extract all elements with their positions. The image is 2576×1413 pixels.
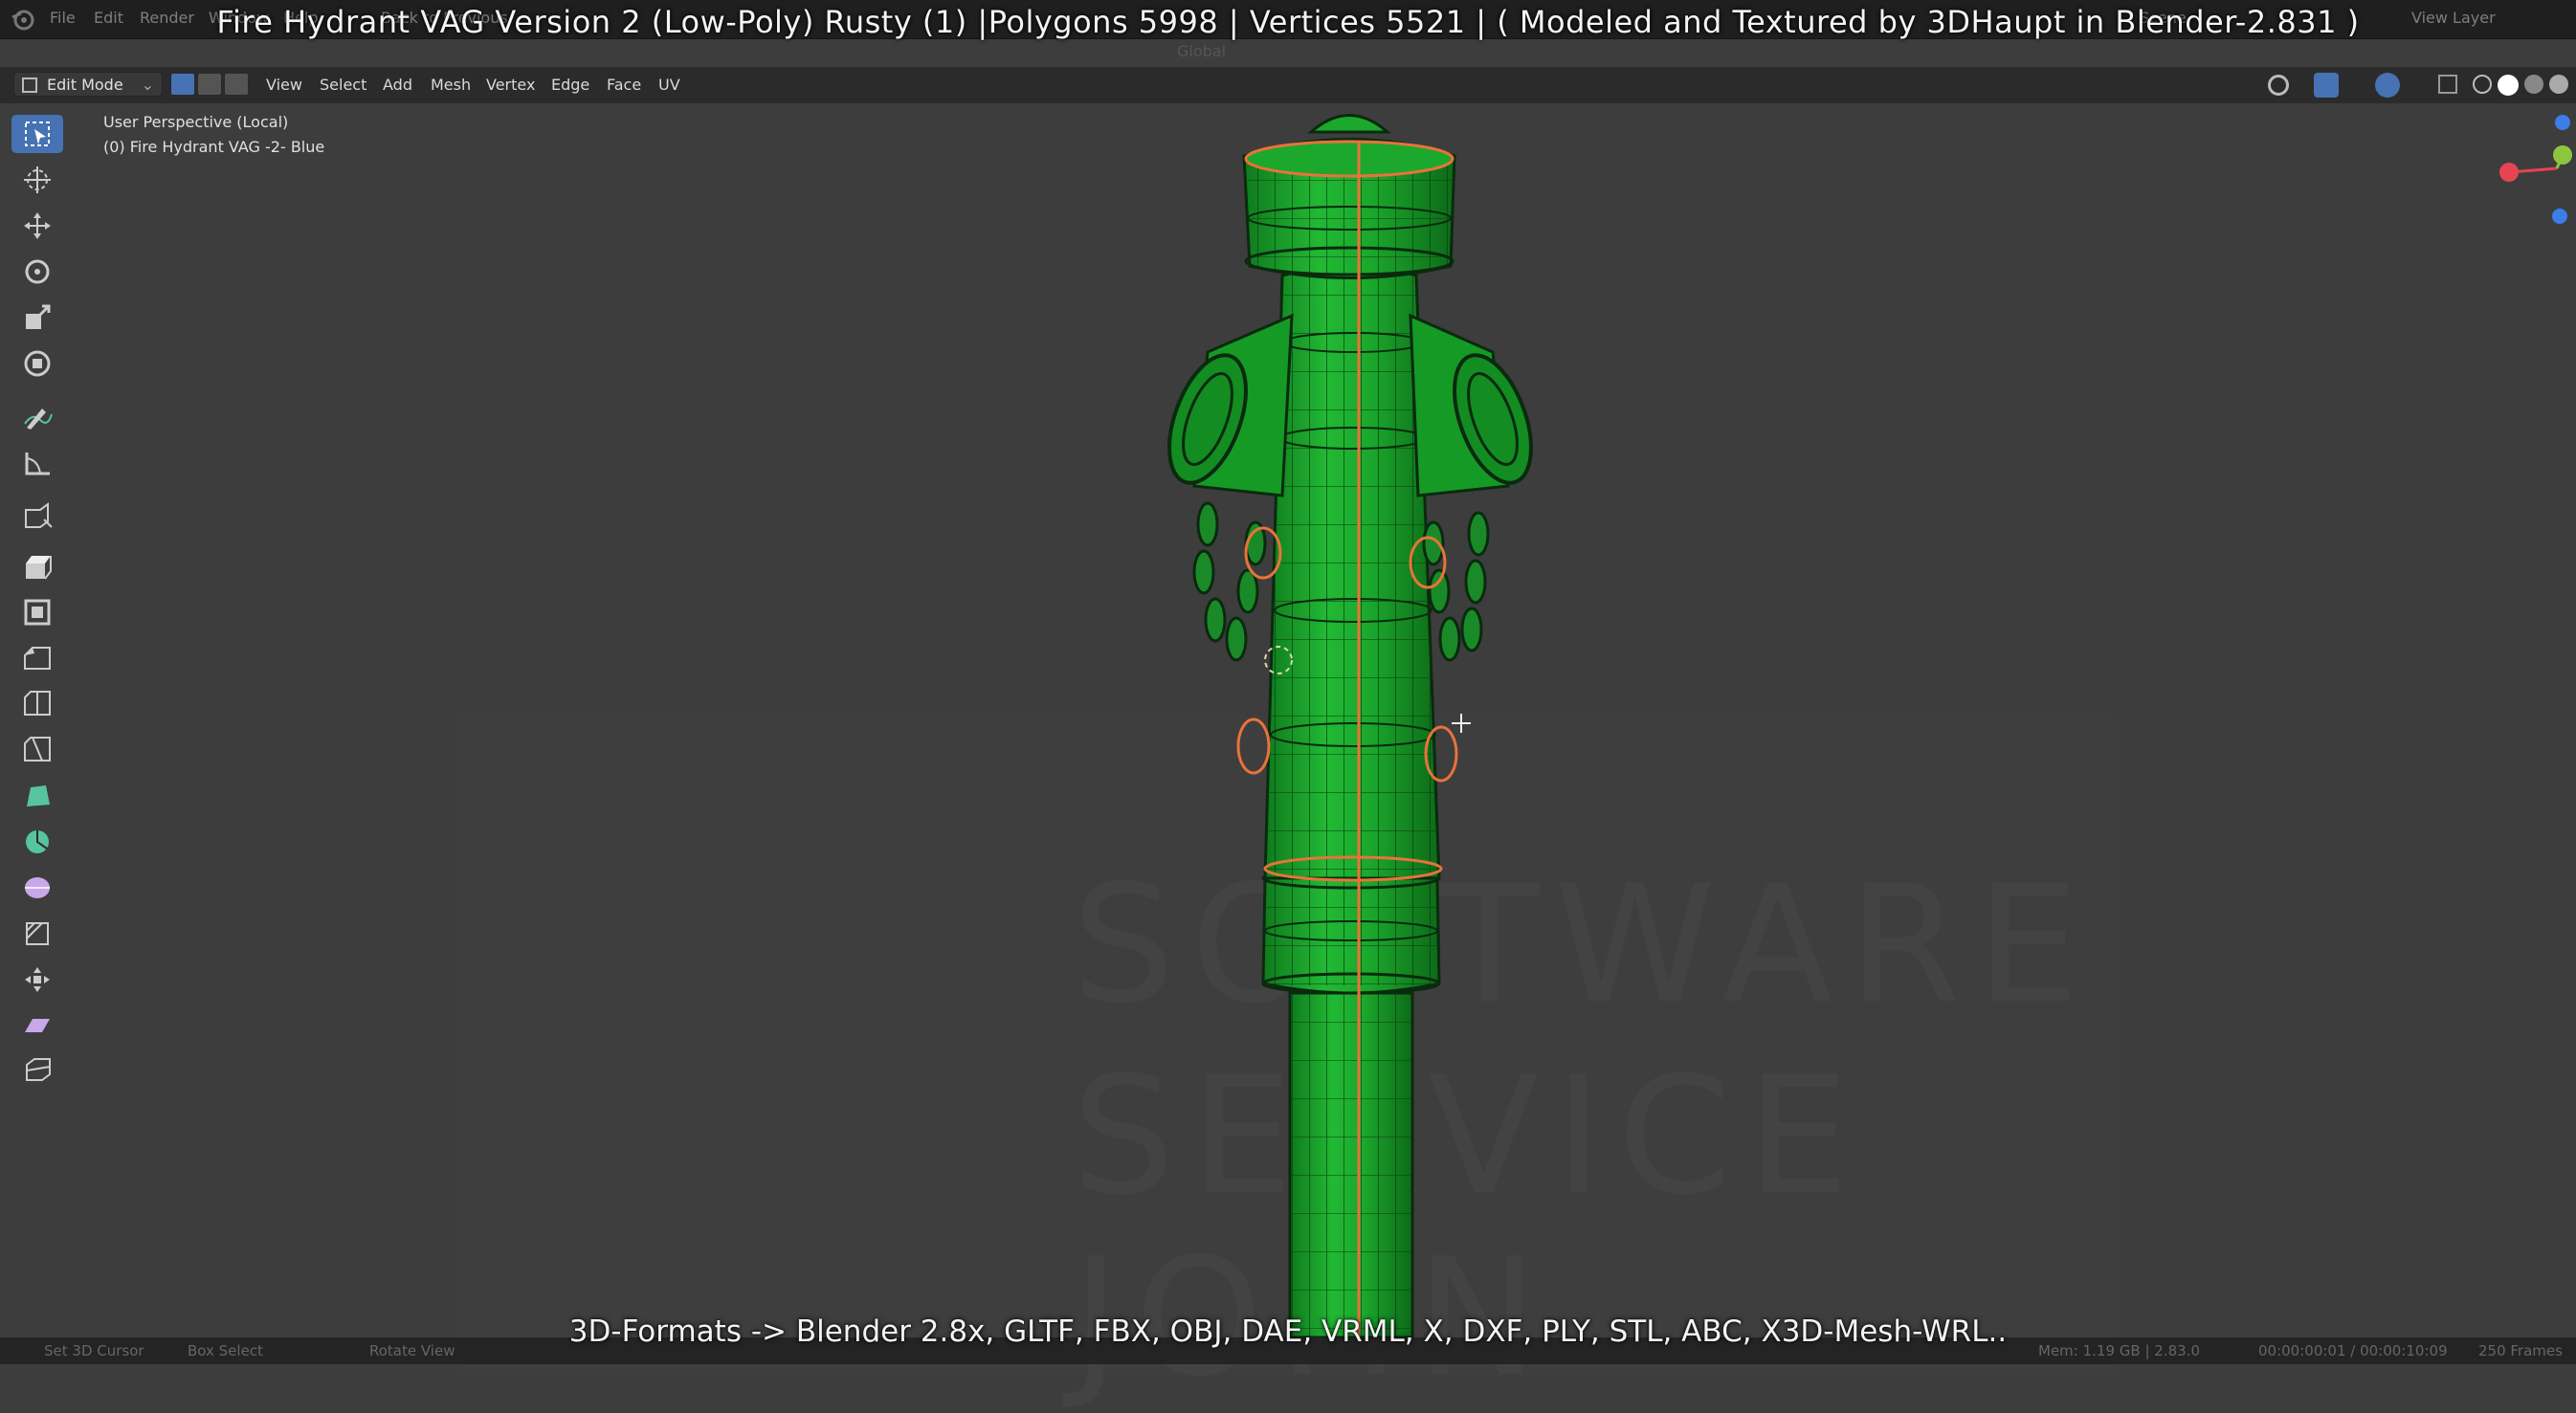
select-box-tool[interactable] [11,115,63,153]
bevel-tool[interactable] [11,639,63,677]
inset-faces-tool[interactable] [11,593,63,631]
rotate-tool[interactable] [11,253,63,291]
shrink-fatten-tool[interactable] [11,960,63,999]
material-shading-icon[interactable] [2524,75,2543,94]
smooth-tool[interactable] [11,869,63,907]
menu-select[interactable]: Select [320,76,366,94]
menu-face[interactable]: Face [607,76,641,94]
tool-shelf [8,111,67,1087]
scale-tool[interactable] [11,298,63,337]
rip-region-tool[interactable] [11,1050,63,1089]
mode-select-label: Edit Mode [47,76,123,94]
video-caption-title: Fire Hydrant VAG Version 2 (Low-Poly) Ru… [216,4,2360,40]
measure-tool[interactable] [11,444,63,482]
right-nozzle [1409,313,1533,497]
hydrant-mesh[interactable] [0,103,2576,1337]
chevron-down-icon: ⌄ [141,76,154,94]
gizmo-y-icon [2553,145,2572,165]
transform-orientation-select[interactable]: Global [1177,42,1226,60]
loop-cut-icon [24,691,51,716]
smooth-icon [25,877,50,898]
extrude-icon [26,556,52,580]
rotate-icon [25,259,50,284]
poly-build-tool[interactable] [11,777,63,815]
menu-add[interactable]: Add [383,76,412,94]
spin-tool[interactable] [11,823,63,861]
inset-icon [24,599,51,626]
menu-edge[interactable]: Edge [551,76,589,94]
menu-view[interactable]: View [266,76,302,94]
edge-slide-tool[interactable] [11,915,63,953]
mouse-crosshair-icon [1452,714,1471,733]
xray-toggle-icon[interactable] [2438,75,2457,94]
menu-vertex[interactable]: Vertex [486,76,535,94]
transform-tool[interactable] [11,344,63,383]
menu-uv[interactable]: UV [658,76,680,94]
shrink-fatten-icon [25,967,50,992]
viewport-perspective-label: User Perspective (Local) [103,113,289,131]
measure-icon [25,453,50,475]
add-cube-icon [25,502,53,528]
gizmo-z-icon [2555,115,2570,130]
shear-icon [25,1019,50,1032]
menu-mesh[interactable]: Mesh [431,76,471,94]
poly-build-icon [27,785,50,806]
rendered-shading-icon[interactable] [2549,75,2568,94]
cursor-icon [24,166,51,193]
edit-mode-icon [22,77,37,93]
loop-cut-tool[interactable] [11,685,63,723]
edge-slide-icon [26,922,49,945]
knife-tool[interactable] [11,731,63,769]
annotate-tool[interactable] [11,398,63,436]
select-box-icon [25,121,50,146]
move-tool[interactable] [11,207,63,245]
move-icon [24,212,51,239]
solid-shading-icon[interactable] [2498,75,2519,96]
face-select-mode-button[interactable] [224,73,249,96]
left-nozzle [1167,313,1294,497]
viewport-header: Edit Mode ⌄ View Select Add Mesh Vertex … [0,67,2576,103]
bevel-icon [24,647,51,670]
spin-icon [26,830,49,853]
video-caption-formats: 3D-Formats -> Blender 2.8x, GLTF, FBX, O… [568,1314,2008,1349]
rip-region-icon [26,1058,51,1081]
mode-select[interactable]: Edit Mode ⌄ [13,72,163,97]
viewport-object-label: (0) Fire Hydrant VAG -2- Blue [103,138,325,156]
gizmo-x-icon [2499,163,2519,182]
wireframe-shading-icon[interactable] [2473,75,2492,94]
cursor-tool[interactable] [11,161,63,199]
shear-tool[interactable] [11,1006,63,1045]
scale-icon [26,304,51,329]
knife-icon [24,737,51,762]
overlay-toggle-icon[interactable] [2375,73,2400,98]
transform-icon [24,350,51,377]
edge-select-mode-button[interactable] [197,73,222,96]
3d-viewport[interactable]: SOFTWARE SERVICE JOHN [0,103,2576,1404]
visibility-icon[interactable] [2268,75,2289,96]
navigation-gizmo[interactable] [2488,113,2574,228]
left-chain [1192,501,1267,662]
add-cube-tool[interactable] [11,497,63,536]
vertex-select-mode-button[interactable] [170,73,195,96]
gizmo-toggle-icon[interactable] [2314,73,2339,98]
extrude-region-tool[interactable] [11,547,63,585]
annotate-icon [24,408,53,430]
gizmo-neg-z-icon [2552,209,2567,224]
